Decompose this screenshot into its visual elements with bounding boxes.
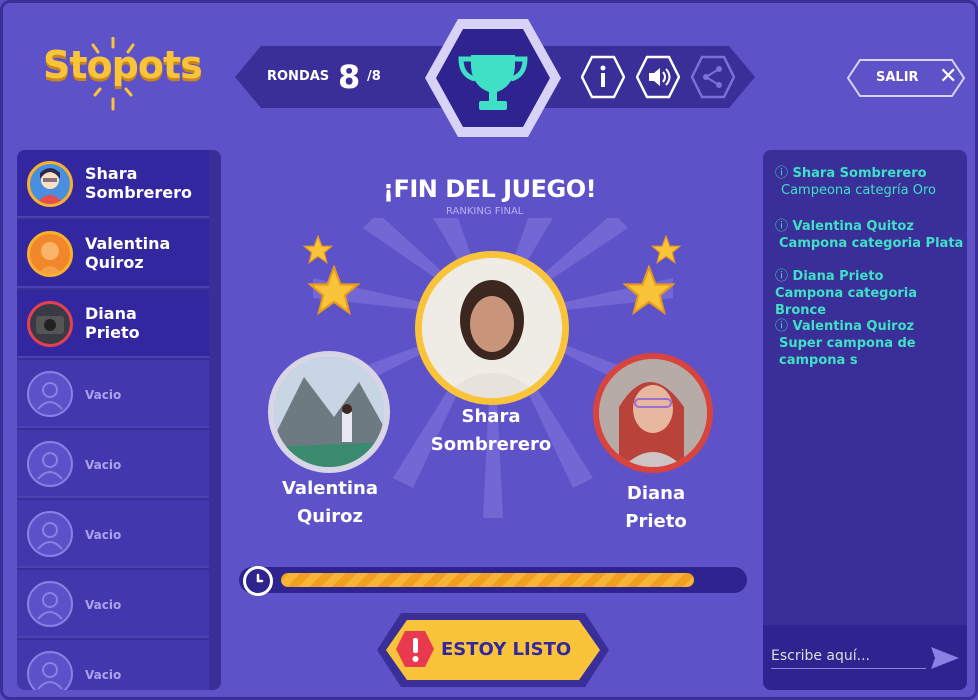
chat-author: Valentina Quitoz [792,219,914,234]
chat-author: Shara Sombrerero [792,166,927,181]
player-name: Diana Prieto [85,304,140,342]
empty-avatar-icon [27,371,73,417]
first-place-avatar [415,251,569,405]
exit-label: SALIR [876,70,919,85]
clock-icon [243,566,273,596]
game-over-title: ¡FIN DEL JUEGO! [383,175,597,203]
rounds-current: 8 [338,58,361,96]
info-icon: ⓘ [775,166,789,181]
player-item[interactable]: Valentina Quiroz [17,220,209,288]
player-item-empty: Vacio [17,500,209,568]
player-item-empty: Vacio [17,640,209,690]
ranking-subtitle: RANKING FINAL [446,206,524,217]
chat-message: ⓘ Valentina Quiroz Super campona de camp… [775,318,965,369]
sound-button[interactable] [636,55,680,99]
third-place-avatar [593,353,713,473]
chat-author: Valentina Quiroz [792,319,915,334]
share-button[interactable] [691,55,735,99]
star-icon [623,265,675,316]
player-name: Shara Sombrerero [85,164,193,202]
ready-label: ESTOY LISTO [441,639,572,660]
empty-avatar-icon [27,441,73,487]
send-icon[interactable] [931,647,959,669]
chat-message: ⓘ Shara Sombrerero Campeona categría Oro [775,165,965,199]
timer-progress-fill [281,573,694,587]
player-name: Vacio [85,668,122,682]
avatar [27,161,73,207]
first-place-name: Shara Sombrerero [430,406,552,455]
player-name: Valentina Quiroz [85,234,171,272]
chat-input[interactable] [771,643,926,669]
player-list: Shara Sombrerero Valentina Quiroz Diana … [17,150,221,690]
logo-sparkle-icon [91,37,135,111]
player-item-empty: Vacio [17,570,209,638]
player-name: Vacio [85,598,122,612]
chat-message: ⓘ Valentina Quitoz Campona categoria Pla… [775,218,965,252]
chat-author: Diana Prieto [792,269,884,284]
info-icon: ⓘ [775,219,789,234]
second-place-name: Valentina Quiroz [281,478,379,527]
empty-avatar-icon [27,651,73,690]
chat-message: ⓘ Diana Prieto Campona categoria Bronce [775,268,965,319]
second-place-avatar [268,351,390,473]
empty-avatar-icon [27,511,73,557]
rounds-label: RONDAS [267,69,330,84]
star-icon [651,235,681,264]
player-item[interactable]: Diana Prieto [17,290,209,358]
star-icon [308,265,360,316]
player-item[interactable]: Shara Sombrerero [17,150,209,218]
player-name: Vacio [85,458,122,472]
avatar [27,231,73,277]
empty-avatar-icon [27,581,73,627]
info-icon: ⓘ [775,269,789,284]
third-place-name: Diana Prieto [625,483,687,532]
chat-text: Campeona categría Oro [781,183,937,198]
avatar [27,301,73,347]
close-icon: ✕ [939,64,958,89]
player-item-empty: Vacio [17,430,209,498]
info-icon: ⓘ [775,319,789,334]
chat-text: Campona categoria Bronce [775,286,918,318]
player-name: Vacio [85,528,122,542]
star-icon [303,235,333,264]
info-button[interactable] [581,55,625,99]
alert-icon [396,631,434,667]
player-name: Vacio [85,388,122,402]
trophy-icon [425,19,561,137]
game-window: Stopots RONDAS 8 /8 SALIR ✕ Shara Sombre… [0,0,978,700]
player-item-empty: Vacio [17,360,209,428]
chat-text: Campona categoria Plata [779,236,964,251]
rounds-total: /8 [367,69,381,84]
chat-text: Super campona de campona s [779,336,916,368]
